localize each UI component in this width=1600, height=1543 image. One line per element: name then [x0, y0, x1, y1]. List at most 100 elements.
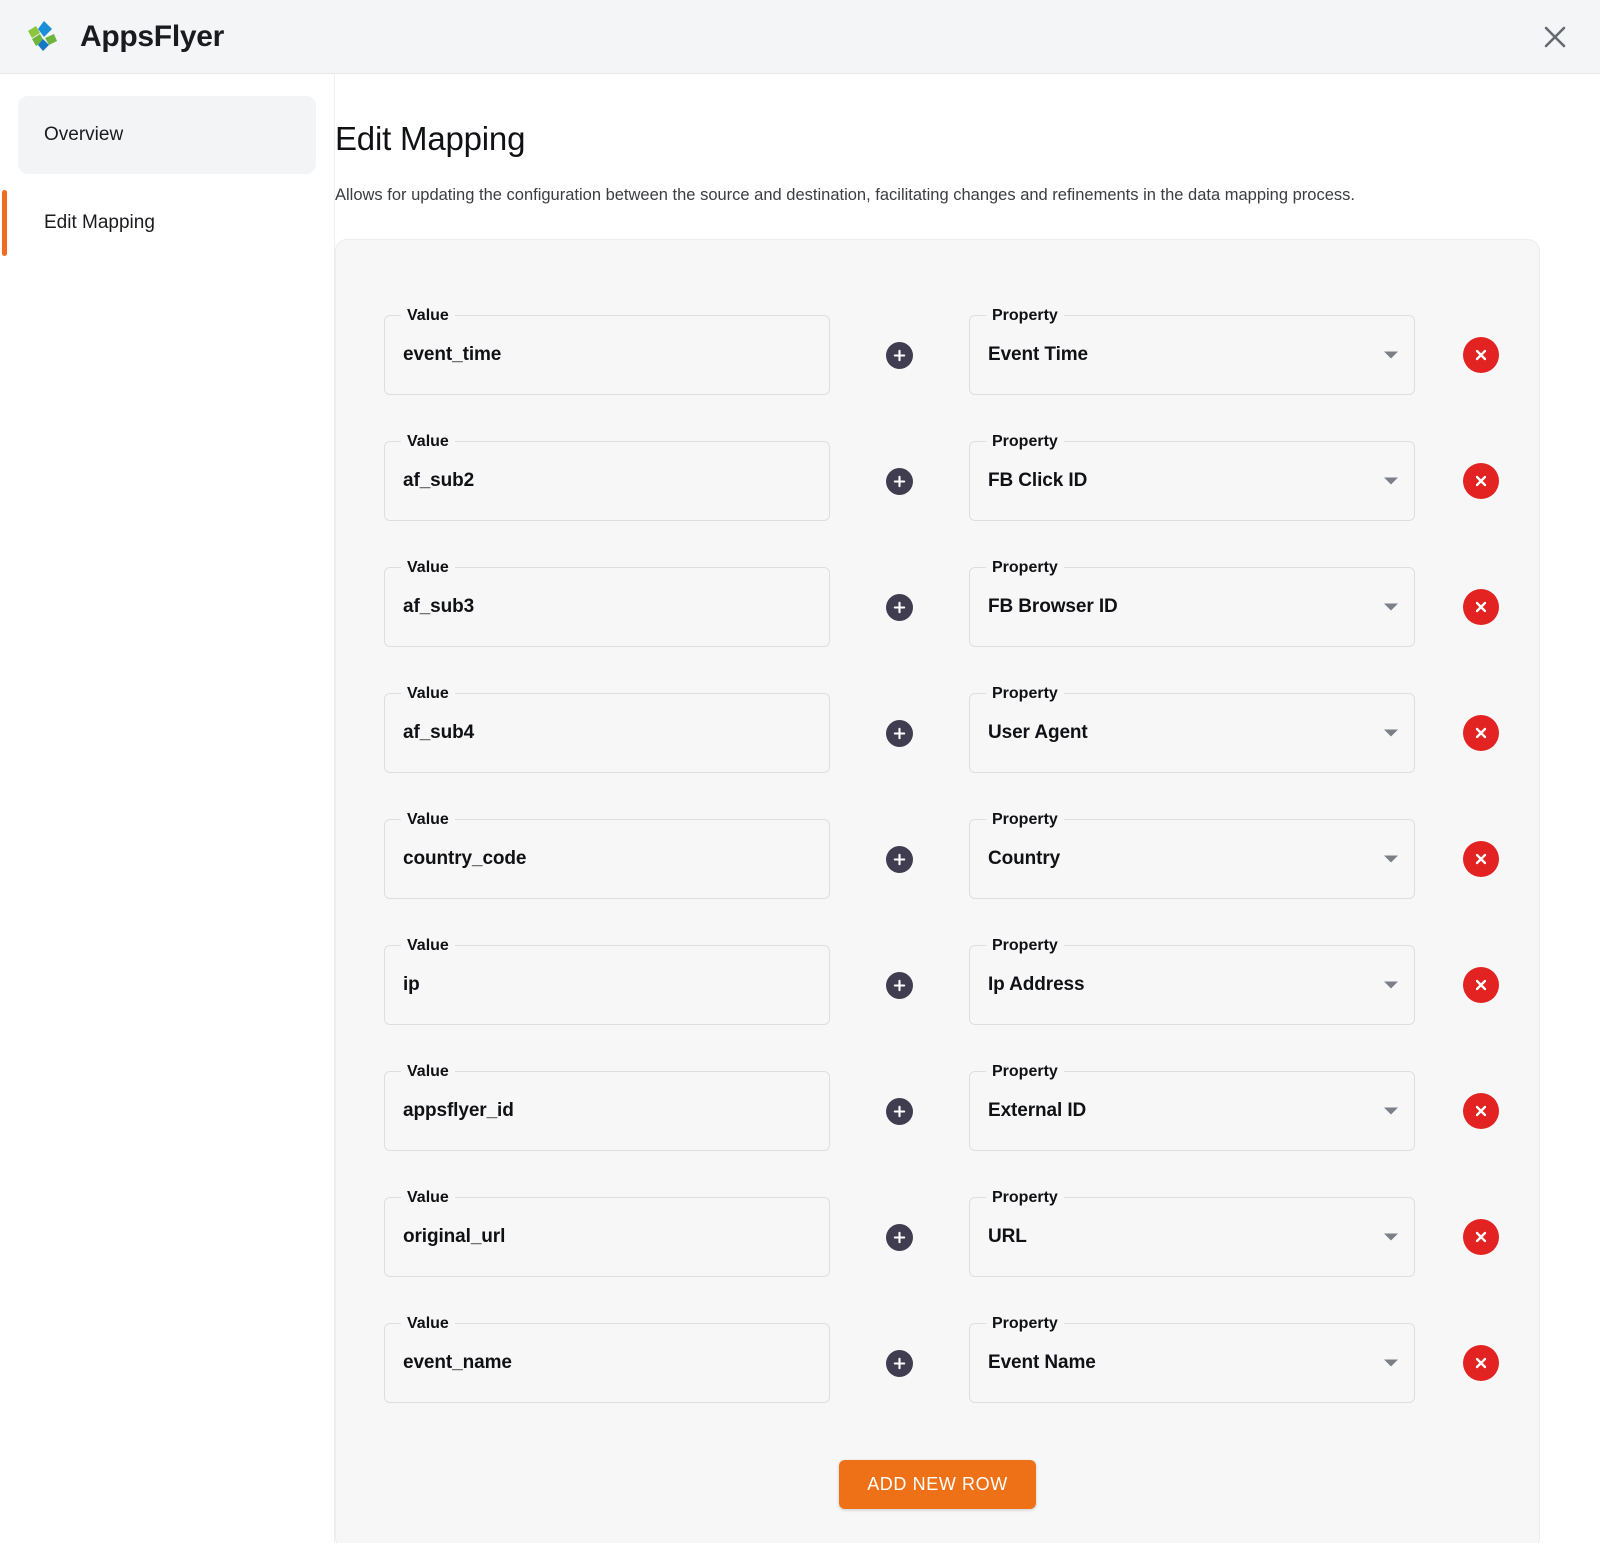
value-input[interactable] — [385, 343, 829, 368]
mapping-row: Value Property Country — [336, 796, 1539, 922]
property-field-label: Property — [986, 683, 1064, 706]
delete-row-button[interactable] — [1463, 1345, 1499, 1382]
property-select[interactable]: Property URL — [969, 1187, 1415, 1278]
value-field[interactable]: Value — [384, 557, 830, 648]
value-field[interactable]: Value — [384, 1313, 830, 1404]
property-select[interactable]: Property Country — [969, 809, 1415, 900]
value-input[interactable] — [385, 847, 829, 872]
property-value: User Agent — [988, 722, 1088, 744]
main-content: Edit Mapping Allows for updating the con… — [335, 74, 1600, 1543]
app-header: AppsFlyer — [0, 0, 1600, 74]
value-field-label: Value — [401, 305, 455, 328]
value-input[interactable] — [385, 721, 829, 746]
mapping-row: Value Property Event Name — [336, 1300, 1539, 1426]
mapping-row: Value Property External ID — [336, 1048, 1539, 1174]
delete-row-button[interactable] — [1463, 715, 1499, 752]
property-select[interactable]: Property Event Time — [969, 305, 1415, 396]
delete-row-button[interactable] — [1463, 337, 1499, 374]
plus-icon[interactable] — [886, 467, 913, 495]
property-field-label: Property — [986, 305, 1064, 328]
delete-row-button[interactable] — [1463, 589, 1499, 626]
property-select[interactable]: Property Ip Address — [969, 935, 1415, 1026]
value-input[interactable] — [385, 1225, 829, 1250]
value-field-label: Value — [401, 809, 455, 832]
property-value: Event Time — [988, 344, 1089, 366]
chevron-down-icon[interactable] — [1384, 1233, 1398, 1241]
mapping-rows: Value Property Event Time Value Property FB C… — [336, 292, 1539, 1426]
sidebar-item-overview[interactable]: Overview — [18, 96, 316, 174]
property-select[interactable]: Property User Agent — [969, 683, 1415, 774]
value-field[interactable]: Value — [384, 683, 830, 774]
plus-icon[interactable] — [886, 1223, 913, 1251]
delete-row-button[interactable] — [1463, 967, 1499, 1004]
mapping-row: Value Property FB Browser ID — [336, 544, 1539, 670]
chevron-down-icon[interactable] — [1384, 1359, 1398, 1367]
mapping-row: Value Property Event Time — [336, 292, 1539, 418]
delete-row-button[interactable] — [1463, 841, 1499, 878]
mapping-row: Value Property Ip Address — [336, 922, 1539, 1048]
delete-row-button[interactable] — [1463, 1093, 1499, 1130]
property-field-label: Property — [986, 935, 1064, 958]
sidebar-item-label: Overview — [44, 124, 124, 145]
value-field[interactable]: Value — [384, 305, 830, 396]
value-field[interactable]: Value — [384, 1061, 830, 1152]
value-field[interactable]: Value — [384, 935, 830, 1026]
close-icon[interactable] — [1532, 14, 1578, 60]
property-field-label: Property — [986, 809, 1064, 832]
mapping-row: Value Property URL — [336, 1174, 1539, 1300]
chevron-down-icon[interactable] — [1384, 855, 1398, 863]
delete-row-button[interactable] — [1463, 463, 1499, 500]
plus-icon[interactable] — [886, 719, 913, 747]
value-field-label: Value — [401, 431, 455, 454]
brand-name: AppsFlyer — [80, 19, 225, 53]
value-input[interactable] — [385, 1099, 829, 1124]
plus-icon[interactable] — [886, 1097, 913, 1125]
plus-icon[interactable] — [886, 971, 913, 999]
property-value: External ID — [988, 1100, 1087, 1122]
value-field[interactable]: Value — [384, 431, 830, 522]
page-description: Allows for updating the configuration be… — [335, 186, 1355, 204]
brand: AppsFlyer — [24, 17, 224, 57]
value-field-label: Value — [401, 935, 455, 958]
chevron-down-icon[interactable] — [1384, 477, 1398, 485]
plus-icon[interactable] — [886, 341, 913, 369]
add-new-row-button[interactable]: ADD NEW ROW — [839, 1460, 1036, 1510]
panel-footer: ADD NEW ROW — [336, 1460, 1539, 1543]
property-select[interactable]: Property External ID — [969, 1061, 1415, 1152]
property-select[interactable]: Property FB Click ID — [969, 431, 1415, 522]
plus-icon[interactable] — [886, 845, 913, 873]
chevron-down-icon[interactable] — [1384, 729, 1398, 737]
chevron-down-icon[interactable] — [1384, 981, 1398, 989]
sidebar-item-edit-mapping[interactable]: Edit Mapping — [2, 184, 316, 262]
property-value: Country — [988, 848, 1061, 870]
property-field-label: Property — [986, 1187, 1064, 1210]
value-field[interactable]: Value — [384, 1187, 830, 1278]
property-value: URL — [988, 1226, 1027, 1248]
property-select[interactable]: Property Event Name — [969, 1313, 1415, 1404]
property-select[interactable]: Property FB Browser ID — [969, 557, 1415, 648]
value-field[interactable]: Value — [384, 809, 830, 900]
plus-icon[interactable] — [886, 1349, 913, 1377]
value-input[interactable] — [385, 595, 829, 620]
value-field-label: Value — [401, 557, 455, 580]
property-value: Event Name — [988, 1352, 1096, 1374]
mapping-row: Value Property User Agent — [336, 670, 1539, 796]
chevron-down-icon[interactable] — [1384, 1107, 1398, 1115]
property-value: Ip Address — [988, 974, 1085, 996]
value-field-label: Value — [401, 1187, 455, 1210]
property-value: FB Click ID — [988, 470, 1088, 492]
chevron-down-icon[interactable] — [1384, 603, 1398, 611]
delete-row-button[interactable] — [1463, 1219, 1499, 1256]
value-input[interactable] — [385, 469, 829, 494]
property-field-label: Property — [986, 1061, 1064, 1084]
value-input[interactable] — [385, 1351, 829, 1376]
plus-icon[interactable] — [886, 593, 913, 621]
sidebar-item-label: Edit Mapping — [44, 212, 155, 233]
value-input[interactable] — [385, 973, 829, 998]
mapping-panel: Value Property Event Time Value Property FB C… — [335, 239, 1540, 1543]
value-field-label: Value — [401, 1061, 455, 1084]
chevron-down-icon[interactable] — [1384, 351, 1398, 359]
appsflyer-logo-icon — [24, 17, 64, 57]
value-field-label: Value — [401, 683, 455, 706]
property-field-label: Property — [986, 1313, 1064, 1336]
